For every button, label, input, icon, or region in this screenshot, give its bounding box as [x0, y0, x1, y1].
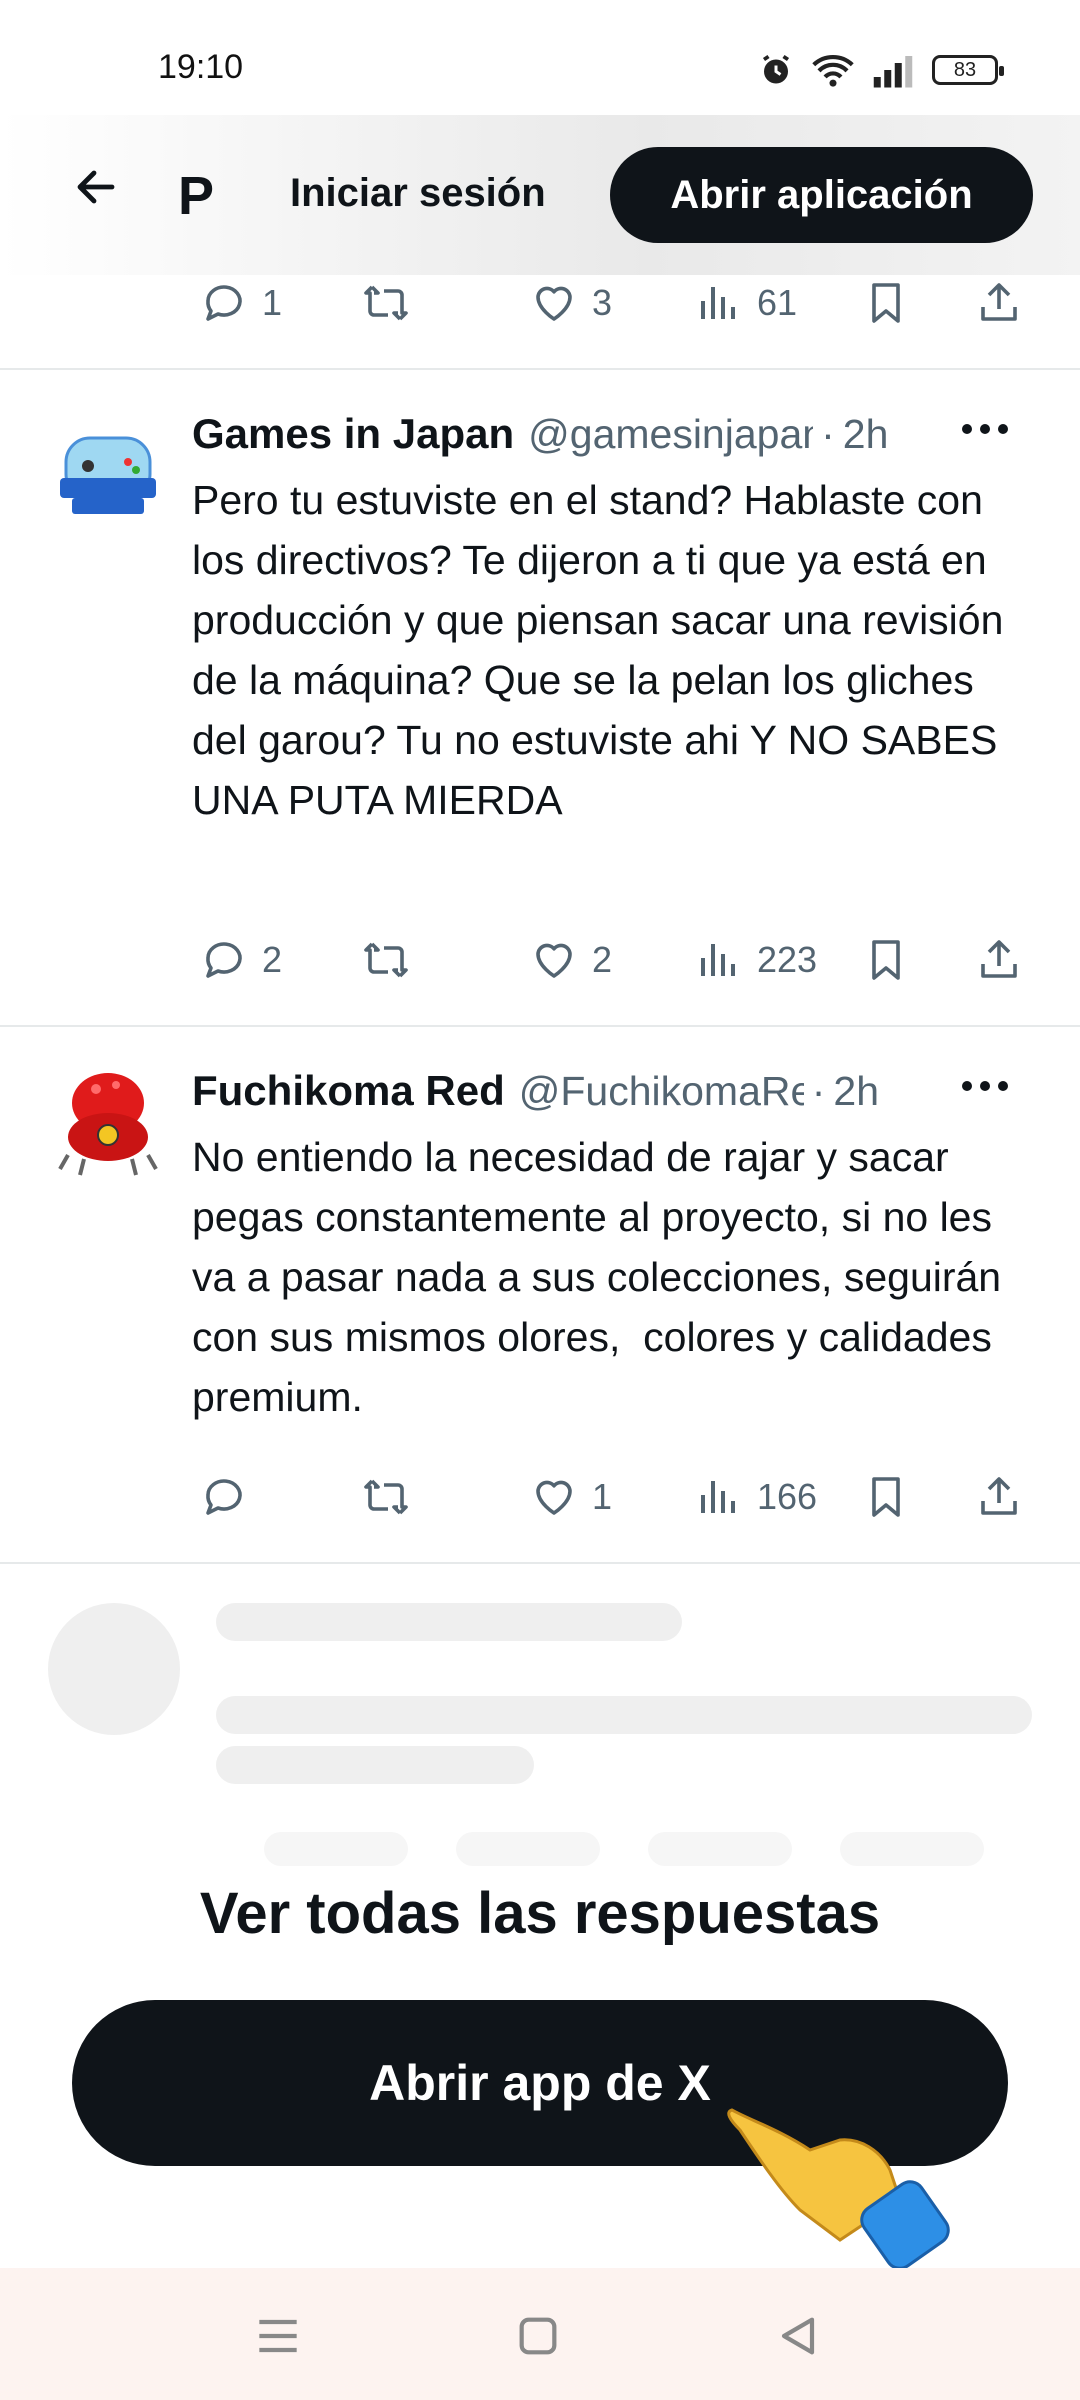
- skeleton-action: [456, 1832, 600, 1866]
- divider: [0, 1025, 1080, 1027]
- signal-icon: [873, 56, 913, 88]
- tweet-actions: 1 166: [0, 1462, 1080, 1532]
- author-name[interactable]: Fuchikoma Red: [192, 1067, 505, 1115]
- divider: [0, 1562, 1080, 1564]
- retweet-button[interactable]: [362, 268, 410, 338]
- like-icon: [536, 943, 572, 978]
- views-icon: [701, 1481, 735, 1513]
- tweet-header: Fuchikoma Red @FuchikomaRed · 2h: [192, 1067, 879, 1115]
- author-handle[interactable]: @FuchikomaRed: [519, 1068, 804, 1115]
- wifi-icon: [812, 54, 854, 87]
- status-icons: 83: [758, 52, 1004, 88]
- bookmark-button[interactable]: [862, 268, 910, 338]
- skeleton-action: [840, 1832, 984, 1866]
- share-icon: [981, 1477, 1017, 1515]
- divider: [0, 368, 1080, 370]
- skeleton-line: [216, 1696, 1032, 1734]
- bookmark-icon: [872, 283, 900, 323]
- skeleton-action: [264, 1832, 408, 1866]
- tweet-actions: 2 2 223: [0, 925, 1080, 995]
- home-square-icon[interactable]: [510, 2308, 566, 2364]
- open-app-button[interactable]: Abrir aplicación: [610, 147, 1033, 243]
- views-count: 61: [757, 282, 798, 323]
- like-button[interactable]: 3: [530, 268, 612, 338]
- share-icon: [981, 940, 1017, 978]
- share-button[interactable]: [975, 925, 1023, 995]
- author-name[interactable]: Games in Japan: [192, 410, 514, 458]
- status-time: 19:10: [158, 48, 244, 86]
- bookmark-button[interactable]: [862, 1462, 910, 1532]
- share-button[interactable]: [975, 1462, 1023, 1532]
- alarm-icon: [762, 54, 790, 84]
- top-header: P Iniciar sesión Abrir aplicación: [0, 115, 1080, 275]
- bookmark-button[interactable]: [862, 925, 910, 995]
- see-all-replies-title: Ver todas las respuestas: [199, 1881, 881, 1946]
- views-icon: [701, 944, 735, 976]
- reply-icon: [206, 942, 242, 978]
- pointing-hand-icon: [727, 2108, 950, 2270]
- like-count: 3: [592, 282, 613, 323]
- views-icon: [701, 287, 735, 319]
- battery-indicator: 83: [932, 55, 1004, 85]
- tweet-text: Pero tu estuviste en el stand? Hablaste …: [192, 477, 1015, 823]
- previous-tweet-actions: 1 3 61: [0, 268, 1080, 338]
- views-count: 223: [757, 939, 818, 980]
- like-button[interactable]: 1: [530, 1462, 612, 1532]
- retweet-icon: [364, 1479, 408, 1515]
- share-icon: [981, 283, 1017, 321]
- more-icon[interactable]: [962, 1081, 1008, 1095]
- retweet-icon: [364, 942, 408, 978]
- menu-icon[interactable]: [250, 2308, 306, 2364]
- reply-icon: [206, 285, 242, 321]
- tweet-time[interactable]: 2h: [843, 411, 889, 458]
- reply-button[interactable]: [200, 1462, 262, 1532]
- skeleton-line: [216, 1746, 534, 1784]
- reply-button[interactable]: 1: [200, 268, 282, 338]
- reply-button[interactable]: 2: [200, 925, 282, 995]
- like-button[interactable]: 2: [530, 925, 612, 995]
- bookmark-icon: [872, 940, 900, 980]
- avatar[interactable]: [48, 416, 168, 536]
- tweet-header: Games in Japan @gamesinjapan · 2h: [192, 410, 888, 458]
- retweet-button[interactable]: [362, 925, 410, 995]
- author-handle[interactable]: @gamesinjapan: [528, 411, 813, 458]
- views-button[interactable]: 223: [695, 925, 817, 995]
- views-button[interactable]: 166: [695, 1462, 817, 1532]
- reply-count: 2: [262, 939, 283, 980]
- reply-icon: [206, 1479, 242, 1515]
- login-button[interactable]: Iniciar sesión: [290, 171, 546, 216]
- reply-tweet[interactable]: Fuchikoma Red @FuchikomaRed · 2h No enti…: [0, 1067, 1080, 1507]
- tweet-text: No entiendo la necesidad de rajar y saca…: [192, 1134, 1013, 1420]
- separator-dot: ·: [821, 411, 835, 457]
- back-triangle-icon[interactable]: [770, 2308, 826, 2364]
- bookmark-icon: [872, 1477, 900, 1517]
- more-icon[interactable]: [962, 424, 1008, 438]
- views-count: 166: [757, 1476, 818, 1517]
- system-navigation-bar: [0, 2268, 1080, 2400]
- retweet-button[interactable]: [362, 1462, 410, 1532]
- like-icon: [536, 1480, 572, 1515]
- views-button[interactable]: 61: [695, 268, 797, 338]
- logo: P: [178, 166, 215, 226]
- like-count: 2: [592, 939, 613, 980]
- retweet-icon: [364, 285, 408, 321]
- like-count: 1: [592, 1476, 613, 1517]
- reply-count: 1: [262, 282, 283, 323]
- separator-dot: ·: [811, 1068, 826, 1114]
- tweet-time[interactable]: 2h: [833, 1068, 879, 1115]
- like-icon: [536, 286, 572, 321]
- skeleton-line: [216, 1603, 682, 1641]
- share-button[interactable]: [975, 268, 1023, 338]
- back-arrow-icon[interactable]: [72, 163, 120, 211]
- skeleton-avatar: [48, 1603, 180, 1735]
- avatar[interactable]: [48, 1067, 168, 1187]
- status-bar: 19:10 83: [0, 0, 1080, 115]
- skeleton-action: [648, 1832, 792, 1866]
